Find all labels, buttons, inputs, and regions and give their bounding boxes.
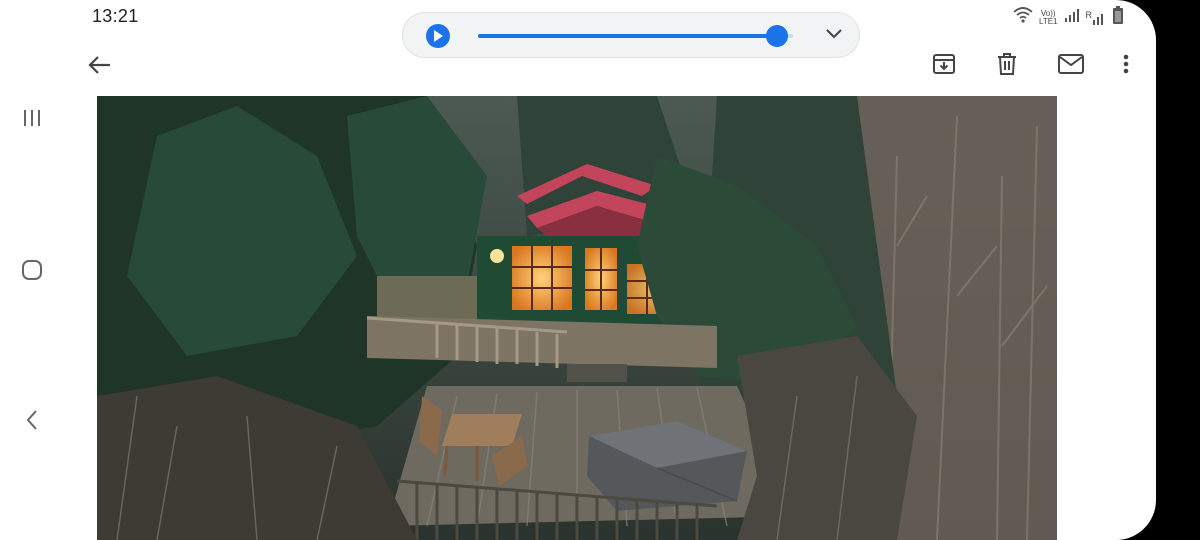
audio-progress-slider[interactable] — [478, 25, 793, 47]
more-options-icon — [1123, 54, 1129, 74]
delete-icon — [998, 53, 1016, 75]
play-icon — [434, 30, 443, 42]
network-label-bottom: LTE1 — [1038, 16, 1058, 26]
archive-button[interactable] — [927, 47, 961, 81]
audio-progress-fill — [478, 34, 778, 38]
home-icon[interactable] — [16, 254, 48, 286]
wifi-icon — [1013, 7, 1033, 28]
archive-icon — [933, 54, 955, 74]
more-options-button[interactable] — [1109, 47, 1143, 81]
roaming-signal-icon: R — [1086, 10, 1107, 25]
recent-apps-icon[interactable] — [16, 102, 48, 134]
audio-progress-thumb[interactable] — [766, 25, 789, 47]
chevron-down-icon[interactable] — [825, 27, 843, 45]
status-icons: Vo)) LTE1 R — [1013, 6, 1124, 29]
mark-unread-button[interactable] — [1054, 47, 1088, 81]
back-arrow-icon — [88, 56, 110, 74]
email-viewer-screen: 13:21 Vo)) LTE1 R — [62, 0, 1156, 540]
volte-icon: Vo)) LTE1 — [1038, 9, 1058, 26]
delete-button[interactable] — [990, 47, 1024, 81]
status-time: 13:21 — [92, 6, 139, 26]
attachment-photo[interactable] — [97, 96, 1057, 540]
mark-unread-icon — [1058, 54, 1084, 74]
signal-icon — [1064, 8, 1080, 27]
audio-player — [402, 12, 860, 58]
back-icon[interactable] — [16, 404, 48, 436]
system-navigation-bar — [0, 0, 63, 540]
back-button[interactable] — [84, 50, 114, 80]
battery-icon — [1112, 6, 1124, 29]
play-button[interactable] — [426, 24, 450, 48]
